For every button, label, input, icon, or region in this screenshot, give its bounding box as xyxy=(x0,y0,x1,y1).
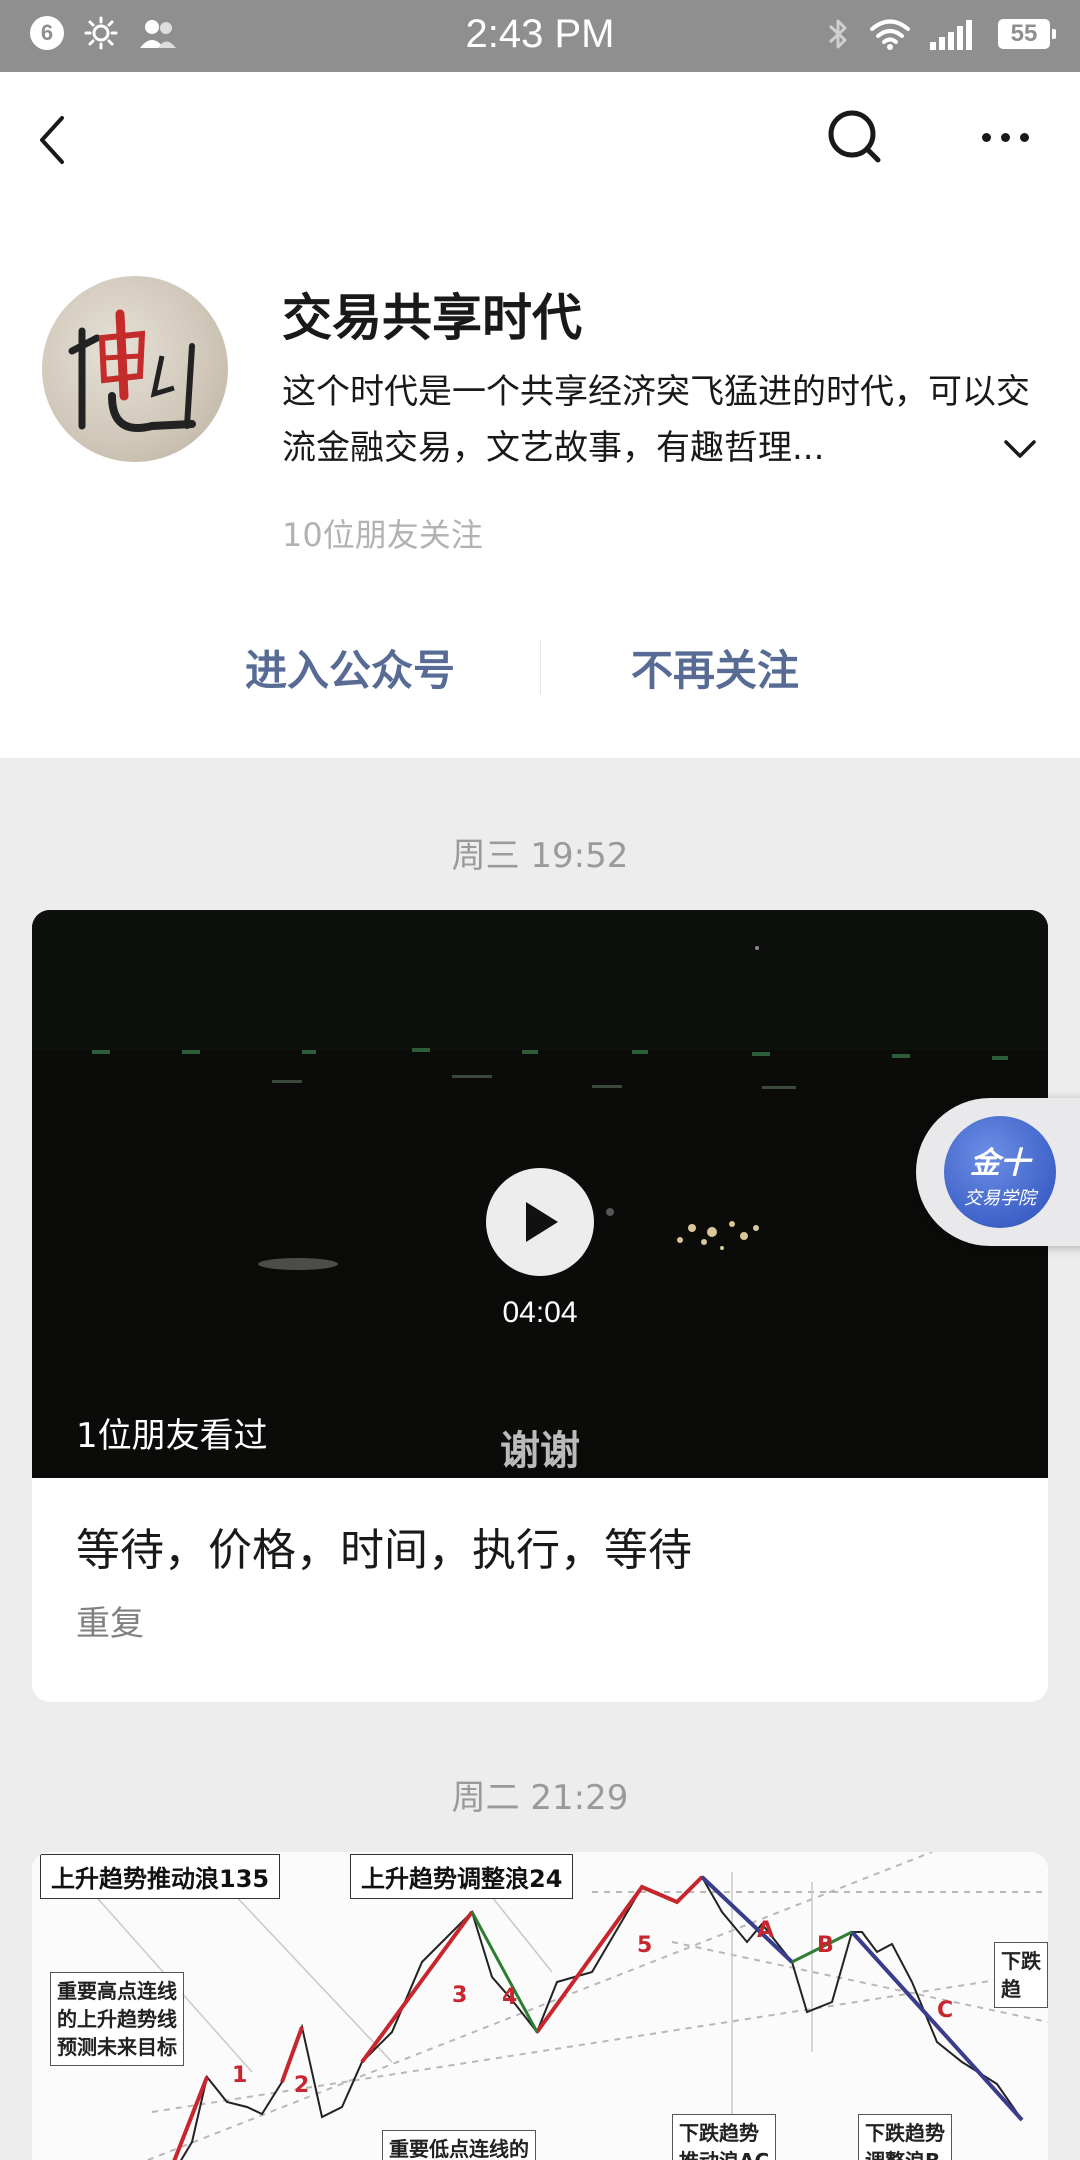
note-down-impulse-1: 下跌趋势 xyxy=(679,2121,759,2145)
floating-app-button[interactable]: 金十 交易学院 xyxy=(916,1098,1080,1246)
more-dot-icon xyxy=(1019,132,1029,142)
label-up-correction: 上升趋势调整浪24 xyxy=(350,1854,574,1899)
account-name: 交易共享时代 xyxy=(282,289,582,347)
wifi-icon xyxy=(870,19,910,50)
enter-account-button[interactable]: 进入公众号 xyxy=(160,612,540,722)
status-bar: 6 2:43 PM 55 xyxy=(0,0,1080,72)
post-date: 周二 21:29 xyxy=(451,1778,629,1818)
avatar-calligraphy-icon xyxy=(68,309,196,432)
logo-line-1: 金十 xyxy=(970,1146,1030,1181)
signal-icon xyxy=(930,20,972,50)
expand-description-button[interactable] xyxy=(1000,434,1040,464)
video-subtitle: 谢谢 xyxy=(500,1428,580,1474)
note-down-correction: 下跌趋势 调整浪B xyxy=(858,2114,952,2160)
account-avatar[interactable] xyxy=(42,276,228,462)
battery-indicator: 55 xyxy=(998,19,1056,49)
unfollow-button[interactable]: 不再关注 xyxy=(540,612,890,722)
play-button[interactable] xyxy=(486,1168,594,1276)
back-button[interactable] xyxy=(30,110,80,170)
video-post-card[interactable]: 04:04 1位朋友看过 谢谢 等待，价格，时间，执行，等待 重复 xyxy=(32,910,1048,1702)
jin10-logo: 金十 交易学院 xyxy=(944,1116,1056,1228)
video-player[interactable]: 04:04 1位朋友看过 谢谢 xyxy=(32,910,1048,1478)
note-down-correction-2: 调整浪B xyxy=(865,2147,945,2160)
note-down-impulse: 下跌趋势 推动浪AC xyxy=(672,2114,777,2160)
wave-label-c: C xyxy=(937,1998,953,2023)
label-up-impulse: 上升趋势推动浪135 xyxy=(40,1854,281,1899)
note-high-line-3: 预测未来目标 xyxy=(57,2035,177,2059)
wave-label-a: A xyxy=(757,1918,774,1943)
video-duration: 04:04 xyxy=(502,1296,578,1329)
search-button[interactable] xyxy=(820,102,890,172)
note-down-correction-1: 下跌趋势 xyxy=(865,2121,945,2145)
note-high-line: 重要高点连线 的上升趋势线 预测未来目标 xyxy=(50,1972,184,2066)
chevron-down-icon xyxy=(1004,440,1036,458)
account-actions: 进入公众号 不再关注 xyxy=(0,612,1080,722)
more-dot-icon xyxy=(1000,132,1010,142)
wave-label-1: 1 xyxy=(232,2063,247,2088)
friend-follower-count[interactable]: 10位朋友关注 xyxy=(282,510,483,556)
wave-label-b: B xyxy=(817,1933,834,1958)
image-post-card[interactable]: 1 2 3 4 5 A B C 上升趋势推动浪135 上升趋势调整浪24 重要高… xyxy=(32,1852,1048,2160)
search-icon xyxy=(828,110,881,163)
note-down-impulse-2: 推动浪AC xyxy=(679,2147,769,2160)
wave-label-5: 5 xyxy=(637,1933,652,1958)
note-high-line-2: 的上升趋势线 xyxy=(57,2007,177,2031)
more-dot-icon xyxy=(981,132,991,142)
note-high-line-1: 重要高点连线 xyxy=(57,1979,177,2003)
logo-line-2: 交易学院 xyxy=(964,1188,1036,1209)
account-description: 这个时代是一个共享经济突飞猛进的时代，可以交流金融交易，文艺故事，有趣哲理... xyxy=(282,372,1030,468)
post-title[interactable]: 等待，价格，时间，执行，等待 xyxy=(76,1514,692,1578)
more-button[interactable] xyxy=(970,102,1040,172)
post-date: 周三 19:52 xyxy=(451,836,629,876)
note-down-right: 下跌趋 xyxy=(994,1942,1048,2008)
back-chevron-icon xyxy=(40,116,64,164)
wave-label-2: 2 xyxy=(294,2073,309,2098)
account-header: 交易共享时代 这个时代是一个共享经济突飞猛进的时代，可以交流金融交易，文艺故事，… xyxy=(0,72,1080,758)
post-digest: 重复 xyxy=(76,1604,144,1644)
note-low-line: 重要低点连线的 xyxy=(382,2130,536,2160)
wave-label-3: 3 xyxy=(452,1983,467,2008)
wave-label-4: 4 xyxy=(502,1985,517,2010)
play-icon xyxy=(526,1202,558,1242)
bluetooth-icon xyxy=(828,19,847,49)
